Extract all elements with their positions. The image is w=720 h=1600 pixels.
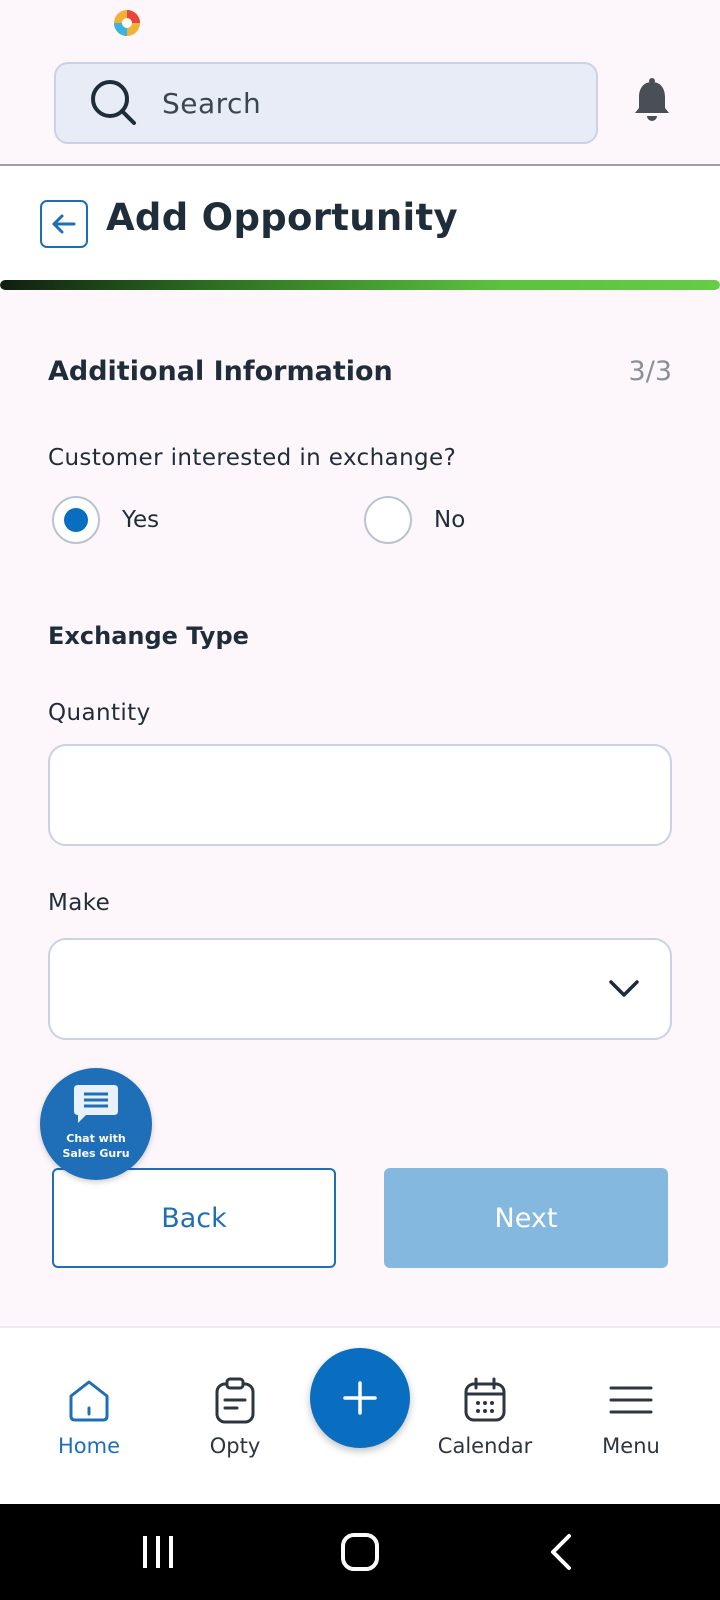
radio-circle-yes[interactable] (52, 496, 100, 544)
nav-menu[interactable]: Menu (566, 1376, 696, 1458)
clipboard-icon (215, 1377, 255, 1424)
chevron-down-icon (609, 980, 639, 997)
back-system-icon[interactable] (548, 1532, 574, 1572)
back-button[interactable]: Back (52, 1168, 336, 1268)
add-button[interactable] (310, 1348, 410, 1448)
next-button[interactable]: Next (384, 1168, 668, 1268)
make-select[interactable] (48, 938, 672, 1040)
calendar-icon (464, 1377, 506, 1422)
plus-icon (343, 1381, 377, 1415)
search-icon (91, 80, 136, 125)
radio-label-yes: Yes (122, 507, 160, 533)
step-counter: 3/3 (628, 356, 672, 387)
progress-bar (0, 280, 720, 290)
search-input[interactable]: Search (162, 87, 261, 120)
page-title: Add Opportunity (106, 196, 458, 239)
chat-bubble-icon (74, 1085, 118, 1123)
recent-apps-icon[interactable] (140, 1532, 176, 1572)
hamburger-icon (609, 1386, 653, 1414)
home-icon (69, 1380, 109, 1422)
radio-no[interactable]: No (364, 496, 465, 544)
radio-yes[interactable]: Yes (52, 496, 159, 544)
nav-home[interactable]: Home (24, 1376, 154, 1458)
system-nav-bar (0, 1504, 720, 1600)
bottom-nav: Home Opty Calendar Menu (0, 1326, 720, 1504)
nav-label-home: Home (57, 1434, 120, 1458)
home-system-icon[interactable] (340, 1532, 380, 1572)
arrow-left-icon (52, 214, 76, 234)
section-title: Additional Information (48, 356, 393, 387)
top-bar: Search (0, 48, 720, 166)
status-bar (0, 0, 720, 48)
nav-label-calendar: Calendar (437, 1434, 533, 1458)
radio-selected-dot (64, 508, 88, 532)
nav-label-opty: Opty (209, 1434, 261, 1458)
exchange-question: Customer interested in exchange? (48, 445, 457, 471)
page-header: Add Opportunity (0, 166, 720, 290)
radio-label-no: No (434, 507, 466, 533)
make-label: Make (48, 890, 111, 916)
quantity-field[interactable] (48, 744, 672, 846)
nav-calendar[interactable]: Calendar (420, 1376, 550, 1458)
search-bar[interactable]: Search (54, 62, 598, 144)
chat-label-line1: Chat with (66, 1132, 126, 1145)
chat-label-line2: Sales Guru (62, 1147, 130, 1160)
progress-fill (0, 280, 720, 290)
radio-circle-no[interactable] (364, 496, 412, 544)
bell-icon[interactable] (632, 78, 672, 124)
back-arrow-button[interactable] (40, 200, 88, 248)
quantity-label: Quantity (48, 700, 151, 726)
nav-opty[interactable]: Opty (170, 1376, 300, 1458)
exchange-type-heading: Exchange Type (48, 622, 249, 650)
nav-label-menu: Menu (602, 1434, 660, 1458)
app-logo-icon (114, 10, 140, 36)
chat-with-sales-guru-button[interactable]: Chat with Sales Guru (40, 1068, 152, 1180)
